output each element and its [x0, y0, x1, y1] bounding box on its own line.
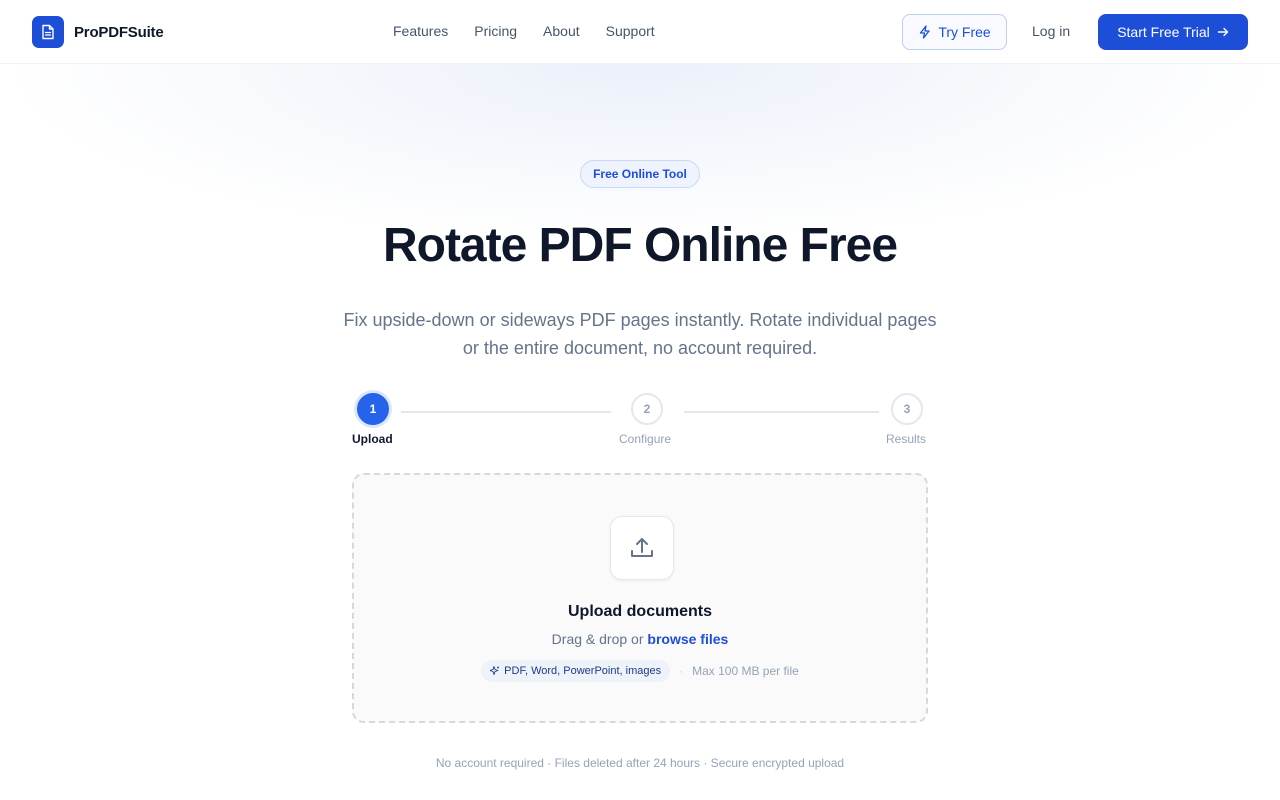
arrow-right-icon — [1217, 27, 1228, 37]
step-connector — [401, 411, 611, 413]
step-3-label: Results — [886, 432, 927, 446]
page-title: Rotate PDF Online Free — [382, 219, 898, 272]
step-2-label: Configure — [619, 432, 672, 446]
supported-formats-text: PDF, Word, PowerPoint, images — [504, 665, 662, 677]
supported-formats-badge: PDF, Word, PowerPoint, images — [481, 660, 671, 682]
upload-meta: PDF, Word, PowerPoint, images · Max 100 … — [354, 660, 926, 682]
login-link[interactable]: Log in — [1032, 23, 1070, 39]
max-file-size: Max 100 MB per file — [692, 664, 799, 678]
nav-link-pricing[interactable]: Pricing — [474, 23, 517, 39]
drag-drop-text: Drag & drop or — [551, 631, 644, 647]
try-free-label: Try Free — [938, 24, 991, 40]
step-1-label: Upload — [352, 432, 393, 446]
step-connector — [684, 411, 879, 413]
brand-name: ProPDFSuite — [74, 23, 164, 41]
page-subtitle: Fix upside-down or sideways PDF pages in… — [343, 310, 937, 358]
step-1-indicator: 1 — [357, 393, 389, 425]
browse-files-link[interactable]: browse files — [647, 631, 728, 647]
start-free-trial-button[interactable]: Start Free Trial — [1098, 14, 1248, 50]
footer-note: No account required · Files deleted afte… — [435, 756, 845, 770]
step-3-indicator: 3 — [891, 393, 923, 425]
upload-instructions: Drag & drop or browse files — [354, 631, 926, 647]
sparkle-icon — [490, 666, 500, 675]
lightning-icon — [920, 25, 930, 39]
progress-stepper: 1 Upload 2 Configure 3 Results — [352, 392, 928, 452]
step-2-indicator: 2 — [631, 393, 663, 425]
brand-logo[interactable]: ProPDFSuite — [32, 16, 164, 48]
separator: · — [679, 664, 684, 678]
main-nav: Features Pricing About Support — [393, 23, 681, 39]
upload-dropzone[interactable]: Upload documents Drag & drop or browse f… — [352, 473, 928, 723]
nav-link-support[interactable]: Support — [606, 23, 655, 39]
upload-icon — [610, 516, 674, 580]
top-navigation-bar: ProPDFSuite Features Pricing About Suppo… — [0, 0, 1280, 64]
try-free-button[interactable]: Try Free — [902, 14, 1007, 50]
nav-link-features[interactable]: Features — [393, 23, 448, 39]
nav-link-about[interactable]: About — [543, 23, 580, 39]
start-free-trial-label: Start Free Trial — [1117, 24, 1210, 40]
free-online-tool-badge: Free Online Tool — [580, 160, 700, 188]
document-icon — [32, 16, 64, 48]
upload-title: Upload documents — [567, 603, 712, 620]
